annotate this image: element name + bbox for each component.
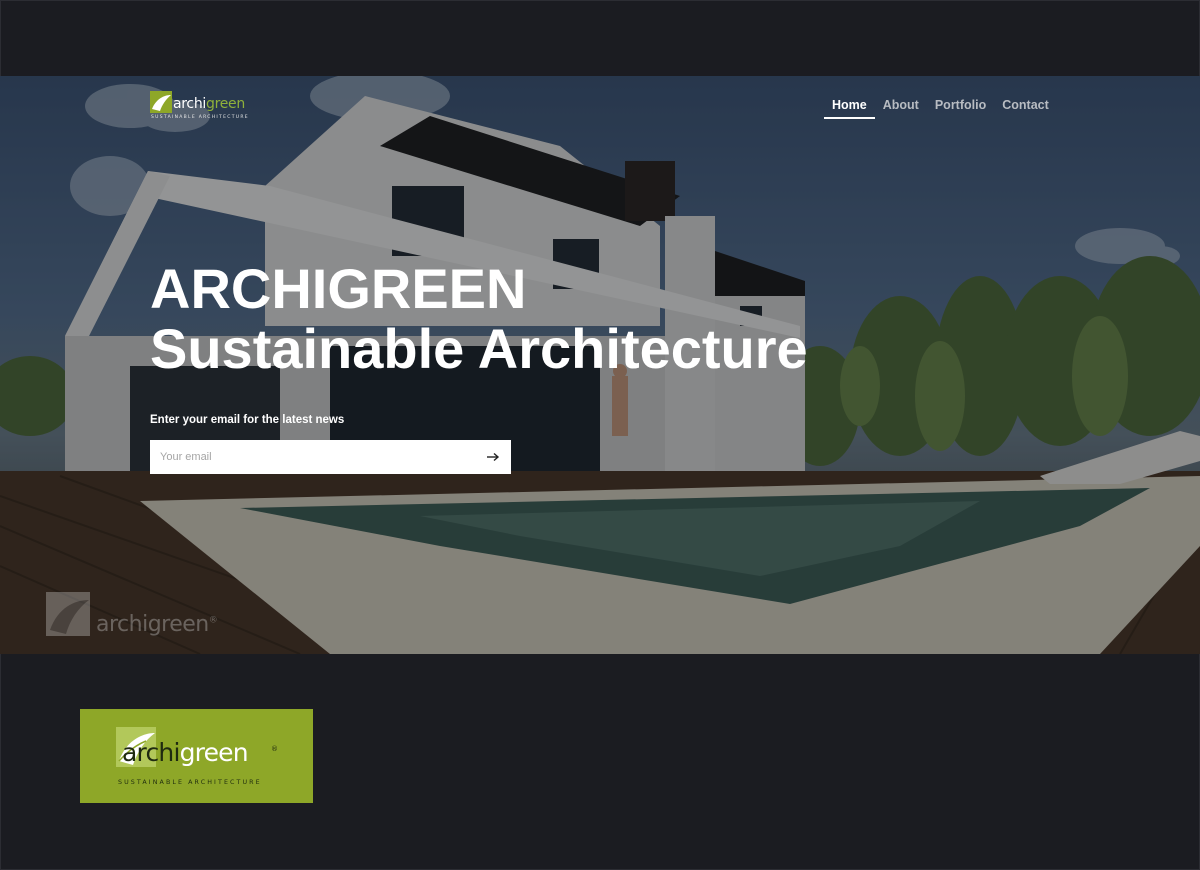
site-logo[interactable]: archigreen SUSTAINABLE ARCHITECTURE bbox=[150, 91, 248, 123]
brand-logo-badge: archigreen ® SUSTAINABLE ARCHITECTURE bbox=[80, 709, 313, 803]
hero-title: ARCHIGREEN Sustainable Architecture bbox=[150, 259, 808, 379]
email-input[interactable] bbox=[150, 440, 475, 474]
nav-contact[interactable]: Contact bbox=[994, 98, 1057, 119]
logo-tagline: SUSTAINABLE ARCHITECTURE bbox=[151, 115, 249, 120]
nav-about[interactable]: About bbox=[875, 98, 927, 119]
nav-portfolio[interactable]: Portfolio bbox=[927, 98, 994, 119]
leaf-logo-icon bbox=[150, 91, 172, 113]
image-watermark: archigreen® bbox=[46, 592, 226, 640]
hero-section: archigreen SUSTAINABLE ARCHITECTURE Home… bbox=[0, 76, 1200, 654]
hero-title-line2: Sustainable Architecture bbox=[150, 317, 808, 380]
logo-wordmark: archigreen bbox=[173, 96, 245, 112]
newsletter-form bbox=[150, 440, 511, 474]
watermark-wordmark: archigreen® bbox=[96, 612, 218, 637]
arrow-right-icon bbox=[487, 452, 500, 462]
badge-wordmark: archigreen bbox=[122, 738, 249, 767]
nav-home[interactable]: Home bbox=[824, 98, 875, 119]
hero-title-line1: ARCHIGREEN bbox=[150, 257, 527, 320]
registered-mark: ® bbox=[271, 745, 278, 753]
badge-tagline: SUSTAINABLE ARCHITECTURE bbox=[118, 779, 262, 786]
newsletter-submit-button[interactable] bbox=[475, 440, 511, 474]
newsletter-label: Enter your email for the latest news bbox=[150, 414, 345, 426]
watermark-leaf-icon bbox=[46, 592, 90, 636]
main-nav: Home About Portfolio Contact bbox=[824, 98, 1057, 119]
